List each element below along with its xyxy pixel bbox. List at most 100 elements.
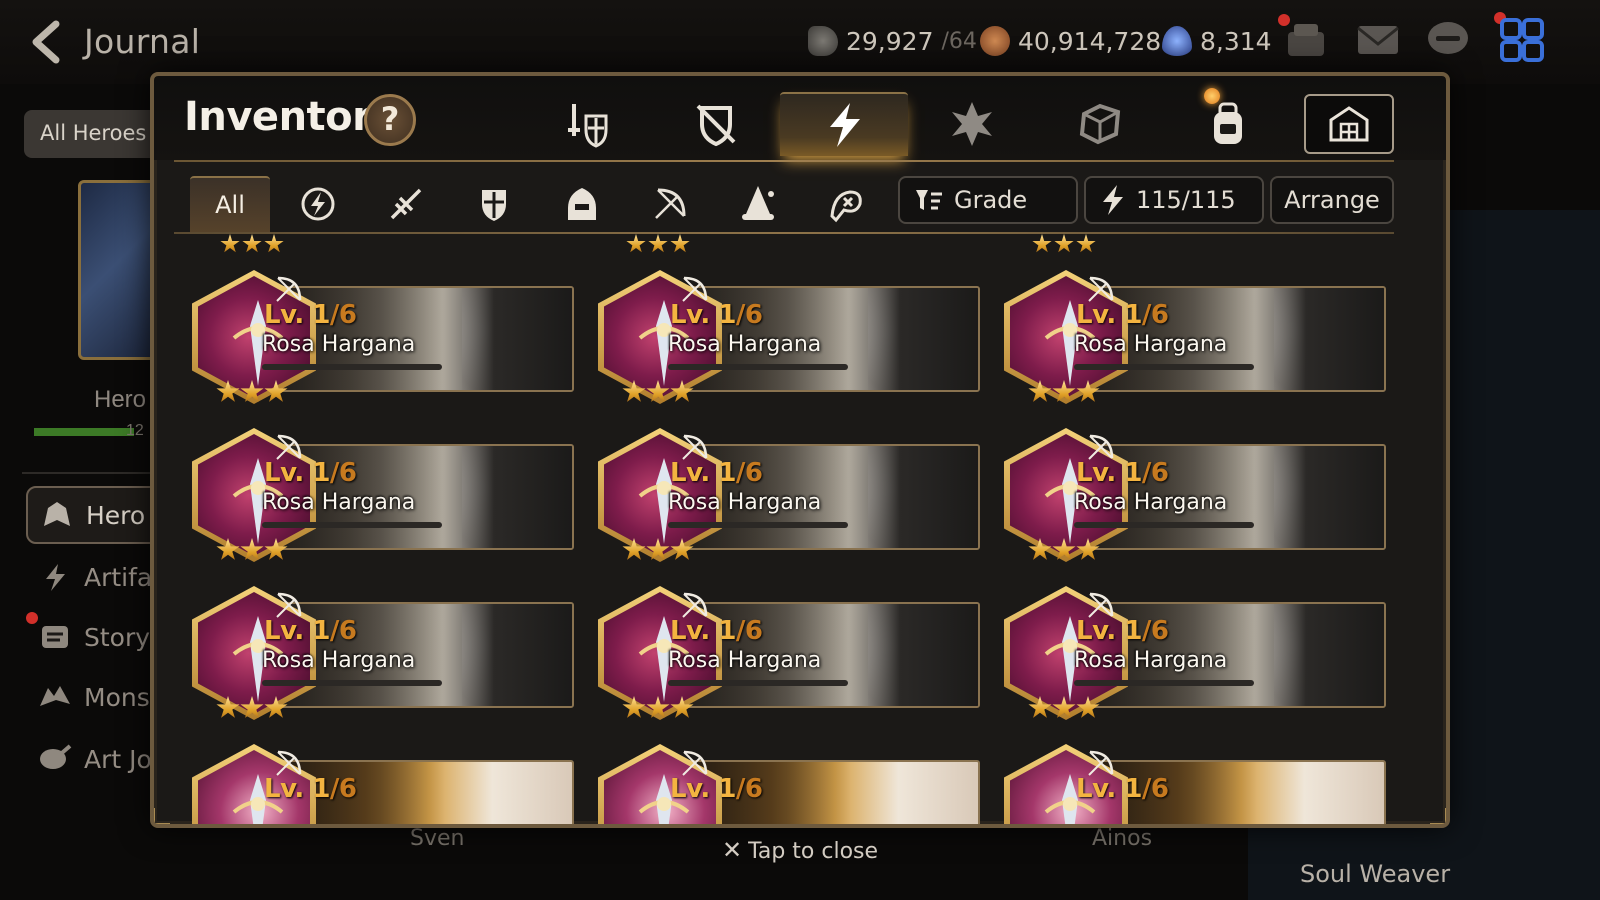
partial-row-stars bbox=[220, 234, 284, 253]
gold-value: 40,914,728 bbox=[1018, 26, 1162, 56]
artifact-level: Lv. 1/6 bbox=[1076, 300, 1169, 330]
sidebar-item-label: Artifa bbox=[84, 562, 153, 592]
star-icon bbox=[1028, 380, 1052, 402]
arrange-button[interactable]: Arrange bbox=[1270, 176, 1394, 224]
sidebar-item-artifact[interactable]: Artifa bbox=[38, 562, 152, 592]
filter-tab-warrior[interactable] bbox=[366, 176, 446, 232]
stamina-icon bbox=[808, 26, 838, 56]
star-icon bbox=[264, 538, 288, 560]
artifact-card-partial[interactable]: Lv. 1/6 bbox=[1004, 744, 1388, 824]
sidebar-item-label: Mons bbox=[84, 682, 150, 712]
artifact-name: Rosa Hargana bbox=[262, 332, 416, 357]
artifact-card[interactable]: Lv. 1/6 Rosa Hargana bbox=[598, 428, 982, 568]
artifact-bolt-icon bbox=[1103, 185, 1123, 215]
stamina-counter[interactable]: 29,927/64 bbox=[808, 26, 977, 56]
hero-progress-number: 12 bbox=[126, 422, 144, 439]
artifact-card[interactable]: Lv. 1/6 Rosa Hargana bbox=[1004, 428, 1388, 568]
filter-tab-all-classes[interactable] bbox=[278, 176, 358, 232]
capacity-display[interactable]: 115/115 bbox=[1084, 176, 1264, 224]
sidebar-item-label: Hero bbox=[86, 500, 146, 530]
mail-icon[interactable] bbox=[1354, 18, 1402, 62]
artifact-name: Rosa Hargana bbox=[668, 490, 822, 515]
artifact-card[interactable]: Lv. 1/6 Rosa Hargana bbox=[1004, 270, 1388, 410]
sidebar-item-monster[interactable]: Mons bbox=[38, 682, 150, 712]
tap-to-close[interactable]: ✕ Tap to close bbox=[0, 836, 1600, 864]
tab-artifact[interactable] bbox=[780, 92, 908, 156]
filter-tab-mage[interactable] bbox=[718, 176, 798, 232]
filter-bar: All Grade 115/115 Arrange bbox=[154, 162, 1446, 234]
artifact-card[interactable]: Lv. 1/6 Rosa Hargana bbox=[598, 270, 982, 410]
filter-tab-ranger[interactable] bbox=[630, 176, 710, 232]
inventory-modal: Inventory ? All Grade 115/115 Arrange Lv… bbox=[150, 72, 1450, 828]
star-icon bbox=[240, 380, 264, 402]
filter-tab-all[interactable]: All bbox=[190, 176, 270, 232]
tab-catalyst[interactable] bbox=[908, 92, 1036, 156]
partial-row-stars bbox=[626, 234, 690, 253]
ranger-icon bbox=[655, 188, 686, 219]
tab-material[interactable] bbox=[1036, 92, 1164, 156]
star-icon bbox=[1076, 380, 1100, 402]
help-button[interactable]: ? bbox=[364, 94, 416, 146]
artifact-name: Rosa Hargana bbox=[1074, 490, 1228, 515]
soul-weaver-icon bbox=[830, 190, 862, 223]
sidebar-item-art-journal[interactable]: Art Jo bbox=[38, 744, 152, 774]
menu-grid-icon[interactable] bbox=[1498, 18, 1546, 62]
artifact-stars bbox=[216, 538, 288, 562]
filter-tab-thief[interactable] bbox=[542, 176, 622, 232]
storage-button[interactable] bbox=[1304, 94, 1394, 154]
chat-icon[interactable] bbox=[1424, 18, 1472, 62]
tab-equipment[interactable] bbox=[524, 92, 652, 156]
artifact-stars bbox=[1028, 696, 1100, 720]
gold-counter[interactable]: 40,914,728 bbox=[980, 26, 1161, 56]
artifact-card[interactable]: Lv. 1/6 Rosa Hargana bbox=[1004, 586, 1388, 726]
artifact-name: Rosa Hargana bbox=[668, 648, 822, 673]
tab-unequipped[interactable] bbox=[652, 92, 780, 156]
star-icon bbox=[264, 380, 288, 402]
artifact-stars bbox=[1028, 538, 1100, 562]
filter-tab-label: All bbox=[215, 191, 245, 219]
stamina-value: 29,927 bbox=[846, 26, 934, 56]
story-icon bbox=[42, 626, 68, 648]
soul-weaver-label[interactable]: Soul Weaver bbox=[1300, 860, 1450, 888]
artifact-level: Lv. 1/6 bbox=[1076, 616, 1169, 646]
capacity-value: 115/115 bbox=[1136, 186, 1236, 214]
sidebar-item-label: Art Jo bbox=[84, 744, 152, 774]
tap-to-close-label: Tap to close bbox=[748, 839, 879, 864]
star-icon bbox=[670, 538, 694, 560]
grade-sort-button[interactable]: Grade bbox=[898, 176, 1078, 224]
partial-row-stars bbox=[1032, 234, 1096, 253]
back-arrow-icon[interactable] bbox=[26, 20, 70, 64]
star-icon bbox=[264, 696, 288, 718]
artifact-level: Lv. 1/6 bbox=[264, 458, 357, 488]
filter-tab-soul-weaver[interactable] bbox=[806, 176, 886, 232]
star-icon bbox=[646, 696, 670, 718]
crystal-icon bbox=[1162, 26, 1192, 56]
artifact-stars bbox=[622, 380, 694, 404]
artifact-card[interactable]: Lv. 1/6 Rosa Hargana bbox=[192, 428, 576, 568]
star-icon bbox=[1028, 538, 1052, 560]
filter-tab-knight[interactable] bbox=[454, 176, 534, 232]
crystal-counter[interactable]: 8,314 bbox=[1162, 26, 1272, 56]
guild-icon[interactable] bbox=[1282, 18, 1330, 62]
grade-sort-label: Grade bbox=[954, 186, 1028, 214]
artifact-level: Lv. 1/6 bbox=[264, 300, 357, 330]
sort-filter-icon bbox=[916, 190, 942, 210]
artifact-card[interactable]: Lv. 1/6 Rosa Hargana bbox=[192, 586, 576, 726]
artifact-stars bbox=[216, 696, 288, 720]
inventory-grid[interactable]: Lv. 1/6 Rosa Hargana Lv. 1/6 Rosa Hargana Lv… bbox=[154, 234, 1446, 824]
artifact-card[interactable]: Lv. 1/6 Rosa Hargana bbox=[192, 270, 576, 410]
artifact-card-partial[interactable]: Lv. 1/6 bbox=[598, 744, 982, 824]
tab-bag[interactable] bbox=[1164, 92, 1292, 156]
page-title: Journal bbox=[84, 22, 201, 61]
artifact-name: Rosa Hargana bbox=[262, 648, 416, 673]
star-icon bbox=[670, 380, 694, 402]
artifact-card-partial[interactable]: Lv. 1/6 bbox=[192, 744, 576, 824]
catalyst-icon bbox=[952, 102, 992, 146]
sidebar-item-story[interactable]: Story bbox=[38, 622, 150, 652]
star-icon bbox=[646, 538, 670, 560]
star-icon bbox=[240, 696, 264, 718]
material-box-icon bbox=[1079, 103, 1121, 145]
artifact-level: Lv. 1/6 bbox=[670, 616, 763, 646]
artifact-card[interactable]: Lv. 1/6 Rosa Hargana bbox=[598, 586, 982, 726]
star-icon bbox=[1052, 380, 1076, 402]
